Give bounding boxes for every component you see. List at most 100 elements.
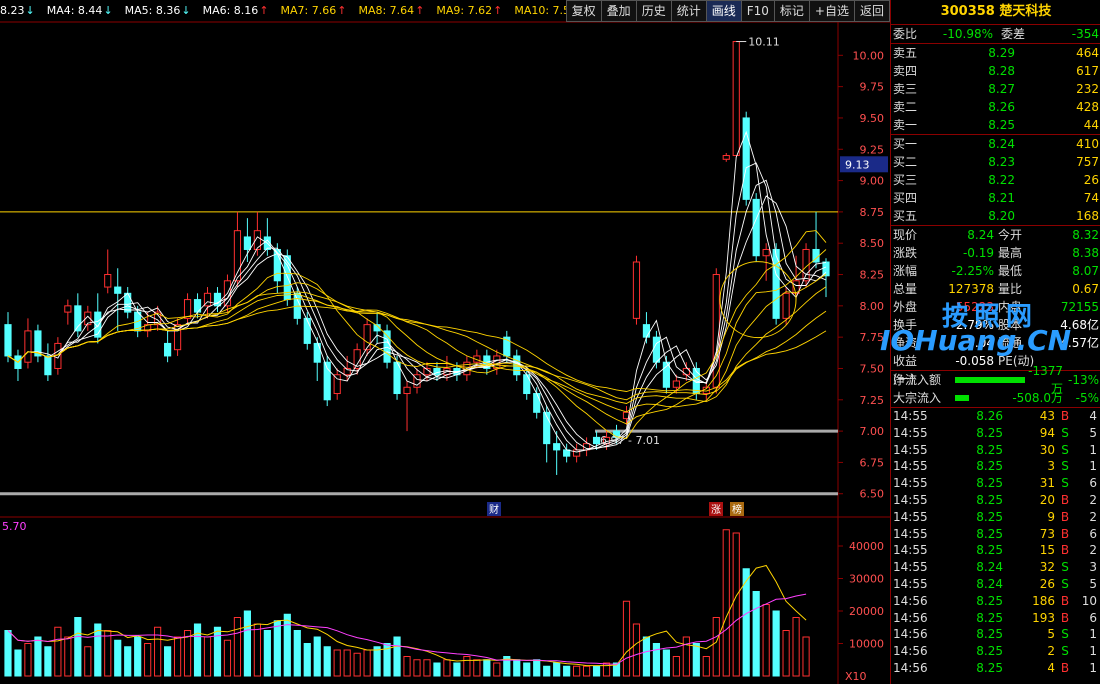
volume-bar[interactable]: [533, 659, 541, 677]
volume-bar[interactable]: [662, 649, 670, 677]
candle-body[interactable]: [363, 324, 371, 351]
candle-body[interactable]: [732, 41, 740, 157]
volume-bar[interactable]: [682, 636, 690, 677]
tick-row[interactable]: 14:56 8.25 193 B 6: [891, 610, 1100, 627]
volume-bar[interactable]: [622, 600, 631, 677]
volume-bar[interactable]: [702, 656, 710, 677]
candle-body[interactable]: [592, 436, 601, 445]
volume-bar[interactable]: [712, 617, 720, 677]
candle-body[interactable]: [24, 330, 32, 363]
volume-bar[interactable]: [483, 659, 491, 677]
volume-bar[interactable]: [573, 665, 581, 677]
toolbar-button-3[interactable]: 历史: [635, 0, 672, 22]
volume-bar[interactable]: [164, 646, 172, 677]
volume-bar[interactable]: [343, 649, 351, 677]
volume-bar[interactable]: [44, 646, 52, 677]
candle-body[interactable]: [573, 449, 581, 457]
tick-row[interactable]: 14:55 8.24 32 S 3: [891, 559, 1100, 576]
kline-chart-area[interactable]: 10.00 9.75 9.50 9.25 9.00 8.75 8.50 8.25 8.00 7.7…: [0, 0, 890, 684]
candle-body[interactable]: [523, 374, 531, 395]
volume-bar[interactable]: [213, 626, 222, 677]
candle-body[interactable]: [104, 274, 112, 288]
volume-bar[interactable]: [4, 630, 12, 677]
volume-bar[interactable]: [792, 617, 800, 677]
volume-bar[interactable]: [114, 639, 122, 677]
tick-row[interactable]: 14:56 8.25 2 S 1: [891, 643, 1100, 660]
volume-bar[interactable]: [333, 649, 341, 677]
volume-bar[interactable]: [323, 646, 331, 677]
candle-body[interactable]: [752, 198, 760, 257]
volume-bar[interactable]: [144, 643, 152, 677]
volume-bar[interactable]: [582, 665, 591, 677]
candle-body[interactable]: [553, 443, 561, 451]
candle-body[interactable]: [243, 236, 252, 250]
volume-bar[interactable]: [403, 656, 411, 677]
volume-bar[interactable]: [652, 643, 661, 677]
toolbar-button-5[interactable]: 画线: [705, 0, 742, 22]
candle-body[interactable]: [722, 155, 730, 160]
tick-row[interactable]: 14:55 8.25 3 S 1: [891, 458, 1100, 475]
candle-body[interactable]: [54, 342, 62, 369]
volume-bar[interactable]: [243, 610, 252, 677]
candle-body[interactable]: [652, 336, 661, 363]
candle-body[interactable]: [642, 324, 651, 338]
tick-row[interactable]: 14:55 8.25 9 B 2: [891, 509, 1100, 526]
volume-bar[interactable]: [124, 646, 132, 677]
tick-row[interactable]: 14:55 8.25 15 B 2: [891, 542, 1100, 559]
toolbar-button-1[interactable]: 复权: [565, 0, 602, 22]
volume-bar[interactable]: [553, 662, 561, 677]
volume-bar[interactable]: [423, 659, 431, 677]
tick-row[interactable]: 14:55 8.25 30 S 1: [891, 442, 1100, 459]
volume-bar[interactable]: [24, 643, 32, 677]
volume-bar[interactable]: [173, 636, 182, 677]
volume-bar[interactable]: [722, 529, 730, 677]
tick-row[interactable]: 14:55 8.24 26 S 5: [891, 576, 1100, 593]
tick-row[interactable]: 14:56 8.25 4 B 1: [891, 660, 1100, 677]
volume-bar[interactable]: [14, 649, 22, 677]
toolbar-button-8[interactable]: +自选: [808, 0, 855, 22]
tick-row[interactable]: 14:55 8.25 94 S 5: [891, 425, 1100, 442]
volume-bar[interactable]: [273, 620, 281, 677]
candle-body[interactable]: [124, 292, 132, 313]
candle-body[interactable]: [782, 292, 790, 319]
event-marker[interactable]: 涨: [711, 504, 721, 516]
tick-row[interactable]: 14:55 8.25 31 S 6: [891, 475, 1100, 492]
volume-bar[interactable]: [34, 636, 42, 677]
event-marker[interactable]: 榜: [732, 503, 742, 516]
tick-row[interactable]: 14:55 8.25 73 B 6: [891, 526, 1100, 543]
toolbar-button-6[interactable]: F10: [740, 0, 775, 22]
volume-bar[interactable]: [104, 630, 112, 677]
volume-bar[interactable]: [223, 639, 232, 677]
volume-bar[interactable]: [313, 636, 321, 677]
volume-bar[interactable]: [802, 636, 810, 677]
volume-bar[interactable]: [543, 665, 551, 677]
candle-body[interactable]: [533, 393, 541, 413]
tick-row[interactable]: 14:56 8.25 5 S 1: [891, 626, 1100, 643]
volume-bar[interactable]: [772, 610, 780, 677]
candle-body[interactable]: [64, 305, 72, 313]
toolbar-button-2[interactable]: 叠加: [600, 0, 637, 22]
volume-bar[interactable]: [233, 617, 242, 677]
volume-bar[interactable]: [64, 636, 72, 677]
candle-body[interactable]: [114, 286, 122, 294]
volume-bar[interactable]: [353, 652, 361, 677]
tick-list[interactable]: 14:55 8.26 43 B 4 14:55 8.25 94 S 5 14:55 8.25 30 S 1 1…: [891, 407, 1100, 677]
volume-bar[interactable]: [303, 643, 311, 677]
tick-row[interactable]: 14:56 8.25 186 B 10: [891, 593, 1100, 610]
volume-bar[interactable]: [602, 662, 611, 677]
volume-bar[interactable]: [443, 659, 451, 677]
volume-bar[interactable]: [134, 636, 142, 677]
candle-body[interactable]: [762, 248, 770, 257]
volume-bar[interactable]: [473, 659, 481, 677]
volume-bar[interactable]: [692, 643, 700, 677]
candle-body[interactable]: [632, 261, 641, 319]
volume-bar[interactable]: [493, 662, 501, 677]
kline-svg[interactable]: 10.009.759.509.259.008.758.508.258.007.7…: [0, 0, 890, 684]
volume-bar[interactable]: [463, 656, 471, 677]
event-marker[interactable]: 财: [489, 503, 499, 516]
candle-body[interactable]: [333, 374, 341, 395]
candle-body[interactable]: [742, 117, 750, 200]
volume-bar[interactable]: [74, 617, 82, 677]
volume-bar[interactable]: [732, 532, 740, 677]
candle-body[interactable]: [303, 317, 311, 344]
